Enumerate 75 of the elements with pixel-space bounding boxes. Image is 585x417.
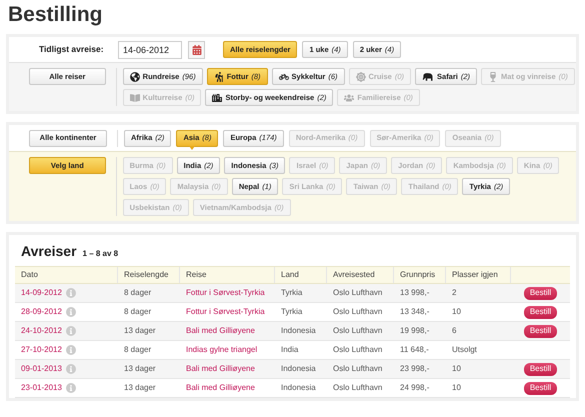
globe-icon <box>130 72 140 82</box>
elephant-icon <box>422 72 434 82</box>
table-cell-text: Indonesia <box>280 363 317 375</box>
table-cell-text: 13 dager <box>123 325 157 337</box>
column-header: Reiselengde <box>118 267 180 283</box>
trip-link[interactable]: Fottur i Sørvest-Tyrkia <box>186 307 265 316</box>
page-title: Bestilling <box>7 2 104 28</box>
column-header: Reise <box>180 267 275 283</box>
column-header: Avreisested <box>327 267 394 283</box>
column-header: Land <box>275 267 327 283</box>
table-cell-text: 24 998,- <box>399 382 430 394</box>
table-cell-text: Oslo Lufthavn <box>332 363 384 375</box>
date-link[interactable]: 09-01-2013 <box>21 363 62 375</box>
table-cell-text: 13 998,- <box>399 287 430 299</box>
table-cell-text: 23 998,- <box>399 363 430 375</box>
date-link[interactable]: 27-10-2012 <box>21 344 62 356</box>
date-link[interactable]: 14-09-2012 <box>21 287 62 299</box>
table-cell-text: Oslo Lufthavn <box>332 382 384 394</box>
table-cell-text: Tyrkia <box>280 287 304 299</box>
date-field[interactable]: 14-06-2012 <box>118 40 182 58</box>
info-icon[interactable] <box>66 288 76 298</box>
book-button[interactable]: Bestill <box>524 362 558 376</box>
trip-link[interactable]: Indias gylne triangel <box>186 345 258 354</box>
table-cell-text: Oslo Lufthavn <box>332 306 384 318</box>
field-label: Tidligst avreise: <box>39 43 105 56</box>
book-button[interactable]: Bestill <box>524 324 558 338</box>
table-cell-text: 10 <box>451 363 462 375</box>
book-icon <box>130 92 140 102</box>
table-cell-text: 13 348,- <box>399 306 430 318</box>
table-cell-text: 8 dager <box>123 306 152 318</box>
hiker-icon <box>214 72 224 82</box>
ship-wheel-icon <box>356 72 366 82</box>
table-cell-text: 13 dager <box>123 382 157 394</box>
book-button[interactable]: Bestill <box>524 286 558 300</box>
date-link[interactable]: 28-09-2012 <box>21 306 62 318</box>
table-cell-text: India <box>280 344 300 356</box>
calendar-icon[interactable] <box>188 40 205 58</box>
column-header: Grunnpris <box>394 267 446 283</box>
book-button[interactable]: Bestill <box>524 382 558 394</box>
table-cell-text: 10 <box>451 306 462 318</box>
result-count: 1 – 8 av 8 <box>82 248 118 260</box>
table-cell-text: Oslo Lufthavn <box>332 325 384 337</box>
table-cell-text: 6 <box>451 325 458 337</box>
table-cell-text: 8 dager <box>123 287 152 299</box>
column-header: Dato <box>15 267 118 283</box>
book-button[interactable]: Bestill <box>524 306 558 318</box>
section-title: Avreiser <box>21 242 77 261</box>
table-cell-text: Oslo Lufthavn <box>332 344 384 356</box>
info-icon[interactable] <box>66 383 76 393</box>
date-link[interactable]: 23-01-2013 <box>21 382 62 394</box>
buildings-icon <box>212 92 222 102</box>
trip-link[interactable]: Bali med Gilliøyene <box>186 364 255 373</box>
column-header: Plasser igjen <box>446 267 511 283</box>
table-cell-text: Indonesia <box>280 325 317 337</box>
family-icon <box>344 92 354 102</box>
info-icon[interactable] <box>66 364 76 374</box>
info-icon[interactable] <box>66 345 76 355</box>
bicycle-icon <box>278 72 289 82</box>
date-link[interactable]: 24-10-2012 <box>21 325 62 337</box>
trip-link[interactable]: Bali med Gilliøyene <box>186 326 255 335</box>
table-cell-text: 8 dager <box>123 344 152 356</box>
table-cell-text: Oslo Lufthavn <box>332 287 384 299</box>
table-cell-text: Indonesia <box>280 382 317 394</box>
table-cell-text: 19 998,- <box>399 325 430 337</box>
table-cell-text: Tyrkia <box>280 306 304 318</box>
info-icon[interactable] <box>66 326 76 336</box>
table-cell-text: 2 <box>451 287 458 299</box>
trip-link[interactable]: Fottur i Sørvest-Tyrkia <box>186 288 265 297</box>
table-cell-text: 10 <box>451 382 462 394</box>
table-cell-text: 11 648,- <box>399 344 430 356</box>
wine-glass-icon <box>488 72 498 82</box>
table-cell-text: Utsolgt <box>451 344 478 356</box>
trip-link[interactable]: Bali med Gilliøyene <box>186 383 255 392</box>
table-cell-text: 13 dager <box>123 363 157 375</box>
info-icon[interactable] <box>66 307 76 317</box>
